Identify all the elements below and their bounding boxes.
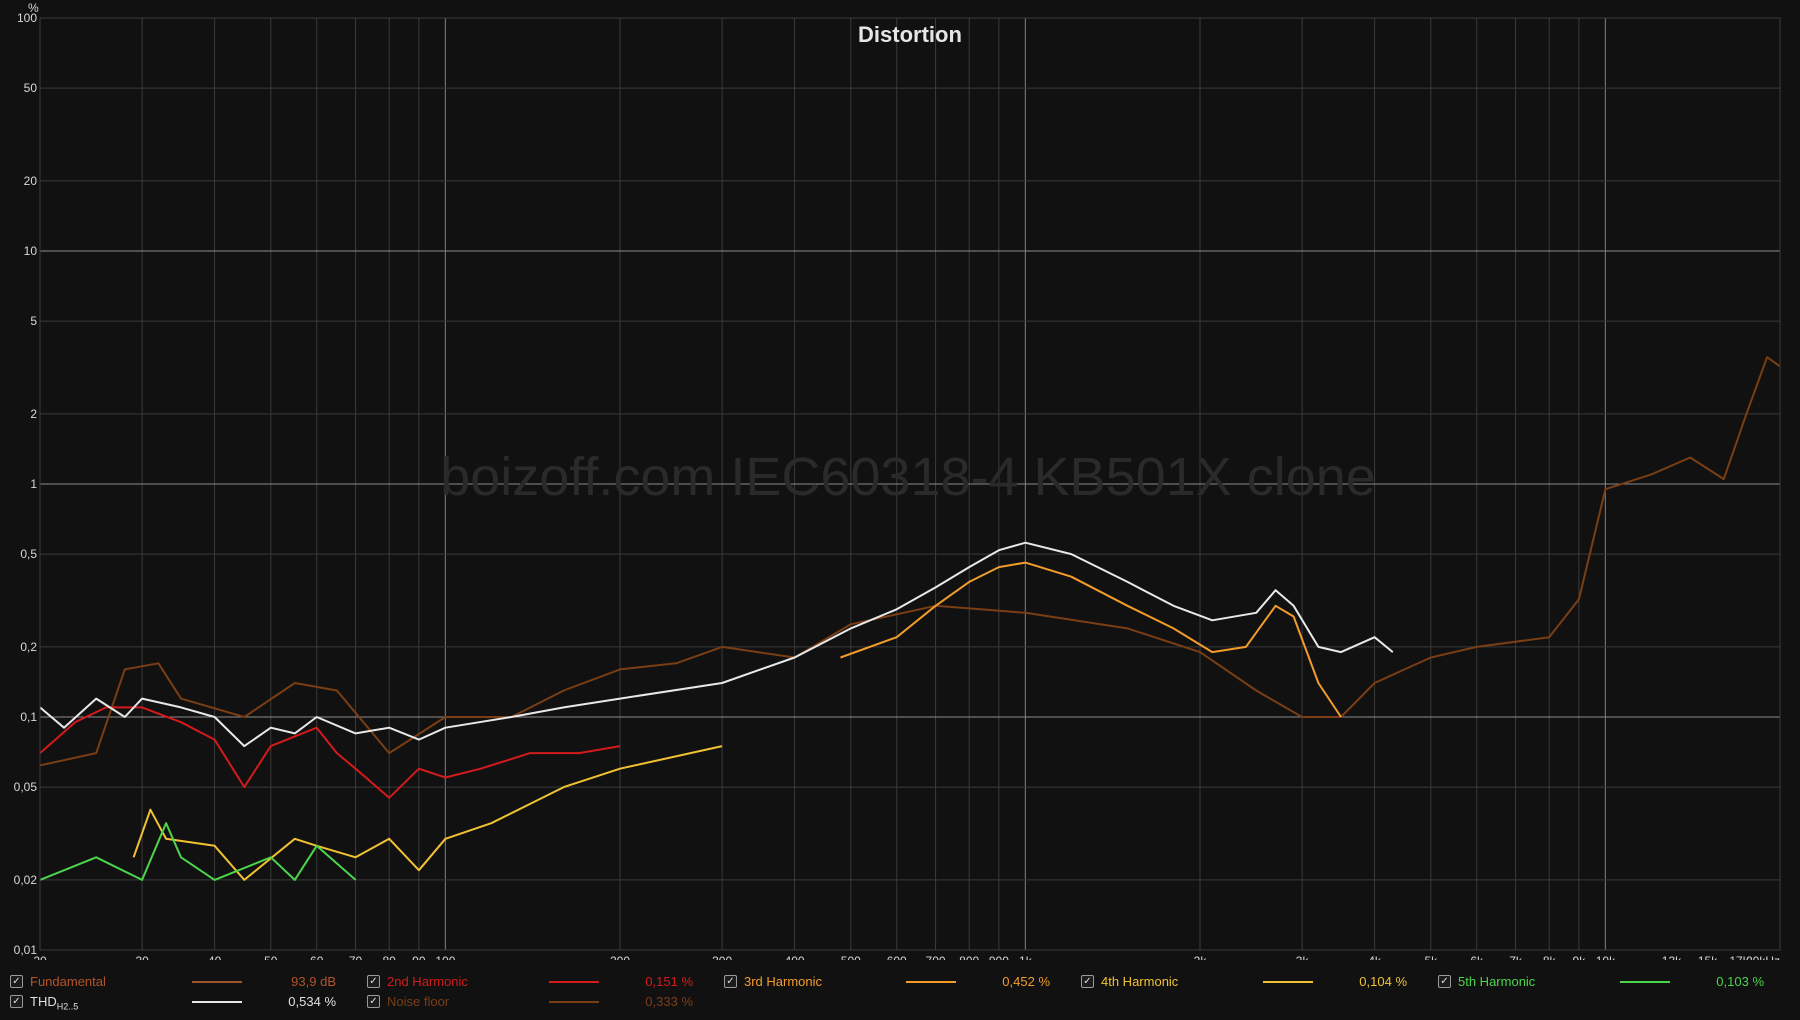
x-tick-label: 2k [1194,954,1208,960]
legend-label-h5: 5th Harmonic [1458,974,1535,989]
y-tick-label: 50 [24,81,38,95]
x-tick-label: 200 [610,954,630,960]
legend: ✓ Fundamental 93,9 dB ✓ 2nd Harmonic 0,151 % ✓… [0,972,1800,1020]
legend-label-text: 4th Harmonic [1101,974,1179,989]
y-tick-label: 0,1 [20,710,37,724]
legend-item-h3: ✓ 3rd Harmonic 0,452 % [724,972,1064,992]
x-tick-label: 90 [412,954,426,960]
y-tick-label: 0,2 [20,640,37,654]
legend-label-fundamental: Fundamental [30,974,106,989]
legend-swatch-thd [192,1001,242,1003]
legend-item-thd: ✓ THDH2..5 0,534 % [10,992,350,1012]
legend-label-text: 3rd Harmonic [744,974,823,989]
x-tick-label: 40 [208,954,222,960]
y-tick-label: 0,02 [14,873,38,887]
x-tick-label: 15k [1698,954,1718,960]
x-tick-label: 10k [1596,954,1616,960]
legend-checkbox-fundamental[interactable]: ✓ [10,975,23,988]
legend-checkbox-h3[interactable]: ✓ [724,975,737,988]
legend-label-noise: Noise floor [387,994,449,1009]
legend-swatch-h5 [1620,981,1670,983]
x-tick-label: 800 [959,954,979,960]
legend-label-text: 2nd Harmonic [387,974,468,989]
legend-value-h2: 0,151 % [645,974,693,989]
distortion-chart: boizoff.com IEC60318-4 KB501X clone Dist… [0,0,1800,960]
legend-checkbox-noise[interactable]: ✓ [367,995,380,1008]
legend-value-fundamental: 93,9 dB [291,974,336,989]
x-tick-label: 600 [887,954,907,960]
x-tick-label: 50 [264,954,278,960]
legend-label-thd: THDH2..5 [30,994,78,1012]
legend-value-thd: 0,534 % [288,994,336,1009]
x-tick-label: 300 [712,954,732,960]
legend-swatch-noise [549,1001,599,1003]
x-tick-label: 20 [33,954,47,960]
legend-checkbox-h5[interactable]: ✓ [1438,975,1451,988]
legend-label-h2: 2nd Harmonic [387,974,468,989]
x-tick-label: 9k [1573,954,1587,960]
watermark-text: boizoff.com IEC60318-4 KB501X clone [440,447,1376,507]
x-tick-label: 8k [1543,954,1557,960]
x-tick-label: 700 [926,954,946,960]
x-tick-label: 30 [135,954,149,960]
legend-label-h3: 3rd Harmonic [744,974,822,989]
legend-item-noise: ✓ Noise floor 0,333 % [367,992,707,1012]
legend-value-h5: 0,103 % [1716,974,1764,989]
y-tick-label: 20 [24,174,38,188]
legend-item-h5: ✓ 5th Harmonic 0,103 % [1438,972,1778,992]
x-tick-label: 20kHz [1746,954,1780,960]
legend-swatch-h3 [906,981,956,983]
x-tick-label: 900 [989,954,1009,960]
y-tick-label: 10 [24,244,38,258]
legend-value-noise: 0,333 % [645,994,693,1009]
legend-checkbox-thd[interactable]: ✓ [10,995,23,1008]
legend-swatch-fundamental [192,981,242,983]
legend-label-subscript: H2..5 [56,1001,79,1012]
x-tick-label: 100 [435,954,455,960]
y-tick-label: 0,05 [14,780,38,794]
legend-label-text: THD [30,994,57,1009]
legend-swatch-h4 [1263,981,1313,983]
x-tick-label: 1k [1019,954,1033,960]
legend-item-h2: ✓ 2nd Harmonic 0,151 % [367,972,707,992]
legend-item-fundamental: ✓ Fundamental 93,9 dB [10,972,350,992]
x-tick-label: 3k [1296,954,1310,960]
legend-row-2: ✓ THDH2..5 0,534 % ✓ Noise floor 0,333 % [0,992,1800,1012]
x-tick-label: 5k [1424,954,1438,960]
y-tick-label: 1 [30,477,37,491]
chart-title: Distortion [858,22,962,47]
y-tick-label: 2 [30,407,37,421]
legend-value-h4: 0,104 % [1359,974,1407,989]
y-tick-label: 5 [30,314,37,328]
x-tick-label: 6k [1470,954,1484,960]
legend-label-h4: 4th Harmonic [1101,974,1178,989]
legend-label-text: Fundamental [30,974,106,989]
legend-label-text: Noise floor [387,994,450,1009]
y-tick-label: 0,5 [20,547,37,561]
y-tick-label: 100 [17,11,37,25]
legend-item-h4: ✓ 4th Harmonic 0,104 % [1081,972,1421,992]
legend-row-1: ✓ Fundamental 93,9 dB ✓ 2nd Harmonic 0,151 % ✓… [0,972,1800,992]
x-tick-label: 70 [349,954,363,960]
legend-checkbox-h4[interactable]: ✓ [1081,975,1094,988]
legend-value-h3: 0,452 % [1002,974,1050,989]
x-tick-label: 60 [310,954,324,960]
x-tick-label: 80 [383,954,397,960]
legend-checkbox-h2[interactable]: ✓ [367,975,380,988]
x-tick-label: 4k [1368,954,1382,960]
legend-label-text: 5th Harmonic [1458,974,1536,989]
x-tick-label: 400 [785,954,805,960]
x-tick-label: 500 [841,954,861,960]
legend-swatch-h2 [549,981,599,983]
x-tick-label: 13k [1662,954,1682,960]
x-tick-label: 7k [1509,954,1523,960]
